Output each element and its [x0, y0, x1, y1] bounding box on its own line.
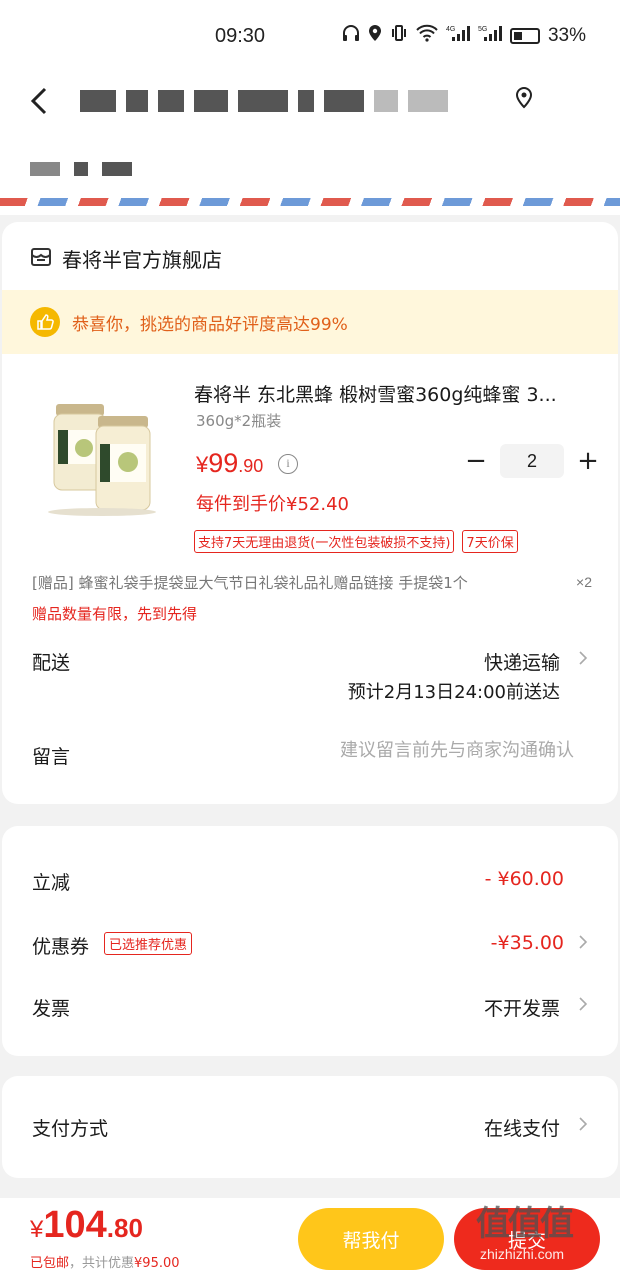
coupon-recommended-tag: 已选推荐优惠	[104, 932, 193, 955]
payment-method[interactable]: 在线支付	[484, 1114, 560, 1141]
blur-block	[298, 90, 314, 112]
chevron-right-icon[interactable]	[578, 934, 588, 955]
submit-order-button[interactable]: 提交	[454, 1208, 600, 1270]
saving-amount: ¥95.00	[134, 1256, 180, 1271]
blur-block	[30, 162, 60, 176]
product-price: ¥99.90	[196, 448, 263, 479]
product-spec[interactable]: 360g*2瓶装	[196, 410, 281, 431]
wifi-icon	[416, 24, 438, 47]
free-shipping-text: 已包邮	[30, 1256, 70, 1271]
price-currency: ¥	[196, 452, 209, 477]
instant-discount-value: - ¥60.00	[484, 868, 564, 890]
status-bar: 09:30 4G 5G 33%	[0, 0, 620, 70]
payment-label: 支付方式	[32, 1118, 109, 1140]
chevron-right-icon[interactable]	[578, 996, 588, 1017]
discount-card: 立减 - ¥60.00 优惠券 已选推荐优惠 -¥35.00 发票 不开发票	[2, 826, 618, 1056]
address-header[interactable]	[0, 70, 620, 215]
blur-block	[80, 90, 116, 112]
coupon-value[interactable]: -¥35.00	[491, 932, 564, 954]
chevron-right-icon[interactable]	[578, 650, 588, 671]
chevron-right-icon[interactable]	[578, 1116, 588, 1137]
payment-card: 支付方式 在线支付	[2, 1076, 618, 1178]
info-icon[interactable]: i	[278, 454, 298, 474]
signal-5g-icon: 5G	[478, 24, 502, 47]
invoice-label: 发票	[32, 998, 71, 1020]
coupon-label: 优惠券	[32, 936, 90, 958]
signal-4g-icon: 4G	[446, 24, 470, 47]
blur-block	[238, 90, 288, 112]
store-icon	[30, 246, 52, 272]
order-total: ¥104.80	[30, 1204, 143, 1247]
shop-row[interactable]: 春将半官方旗舰店	[30, 244, 222, 273]
shop-name: 春将半官方旗舰店	[62, 248, 222, 272]
thumbs-up-icon	[30, 307, 60, 337]
gift-info: [赠品] 蜂蜜礼袋手提袋显大气节日礼袋礼品礼赠品链接 手提袋1个	[32, 574, 468, 592]
total-currency: ¥	[30, 1216, 44, 1243]
delivery-label: 配送	[32, 652, 71, 674]
blur-block	[126, 90, 148, 112]
status-icons: 4G 5G 33%	[342, 24, 586, 47]
blur-block	[74, 162, 88, 176]
location-pin-icon	[514, 86, 534, 110]
quantity-stepper: − 2 +	[462, 444, 602, 478]
address-blurred	[80, 90, 448, 112]
invoice-value[interactable]: 不开发票	[484, 994, 560, 1021]
blur-block	[102, 162, 132, 176]
vibrate-icon	[390, 24, 408, 47]
price-integer: 99	[208, 448, 239, 478]
quantity-value[interactable]: 2	[500, 444, 564, 478]
delivery-eta: 预计2月13日24:00前送达	[347, 682, 560, 703]
blur-block	[194, 90, 228, 112]
blur-block	[408, 90, 448, 112]
total-decimal: .80	[106, 1213, 143, 1243]
svg-text:4G: 4G	[446, 26, 455, 33]
chevron-left-icon[interactable]	[28, 86, 50, 122]
gift-quantity: ×2	[576, 574, 592, 590]
return-policy-tag: 支持7天无理由退货(一次性包装破损不支持)	[194, 530, 455, 553]
rating-notice-text: 恭喜你，挑选的商品好评度高达99%	[72, 314, 348, 335]
saving-summary: 已包邮，共计优惠¥95.00	[30, 1252, 180, 1271]
blur-block	[324, 90, 364, 112]
product-title[interactable]: 春将半 东北黑蜂 椴树雪蜜360g纯蜂蜜 3...	[194, 380, 594, 407]
battery-level: 33%	[547, 24, 586, 46]
airmail-border	[0, 198, 620, 206]
contact-blurred	[30, 162, 132, 176]
battery-icon	[509, 27, 540, 44]
product-image[interactable]	[42, 390, 162, 518]
price-protect-tag: 7天价保	[462, 530, 518, 553]
order-card: 春将半官方旗舰店 恭喜你，挑选的商品好评度高达99% 春将半 东北黑蜂 椴树雪蜜…	[2, 222, 618, 804]
blur-block	[158, 90, 184, 112]
total-integer: 104	[43, 1204, 107, 1246]
checkout-bar: ¥104.80 已包邮，共计优惠¥95.00 帮我付 提交	[0, 1198, 620, 1279]
status-time: 09:30	[215, 25, 266, 47]
message-input[interactable]	[274, 740, 574, 761]
decrease-button[interactable]: −	[462, 448, 490, 474]
message-label: 留言	[32, 746, 71, 768]
headphones-icon	[342, 24, 360, 47]
unit-price: 每件到手价¥52.40	[196, 494, 349, 515]
delivery-method[interactable]: 快递运输	[484, 648, 560, 675]
help-pay-button[interactable]: 帮我付	[298, 1208, 444, 1270]
service-tags: 支持7天无理由退货(一次性包装破损不支持) 7天价保	[194, 530, 518, 553]
gift-limit-notice: 赠品数量有限，先到先得	[32, 605, 198, 623]
increase-button[interactable]: +	[574, 448, 602, 474]
blur-block	[374, 90, 398, 112]
instant-discount-label: 立减	[32, 872, 71, 894]
location-status-icon	[368, 24, 382, 47]
svg-text:5G: 5G	[478, 26, 487, 33]
price-decimal: .90	[238, 456, 264, 476]
saving-label: ，共计优惠	[69, 1256, 135, 1271]
rating-notice: 恭喜你，挑选的商品好评度高达99%	[2, 290, 618, 354]
